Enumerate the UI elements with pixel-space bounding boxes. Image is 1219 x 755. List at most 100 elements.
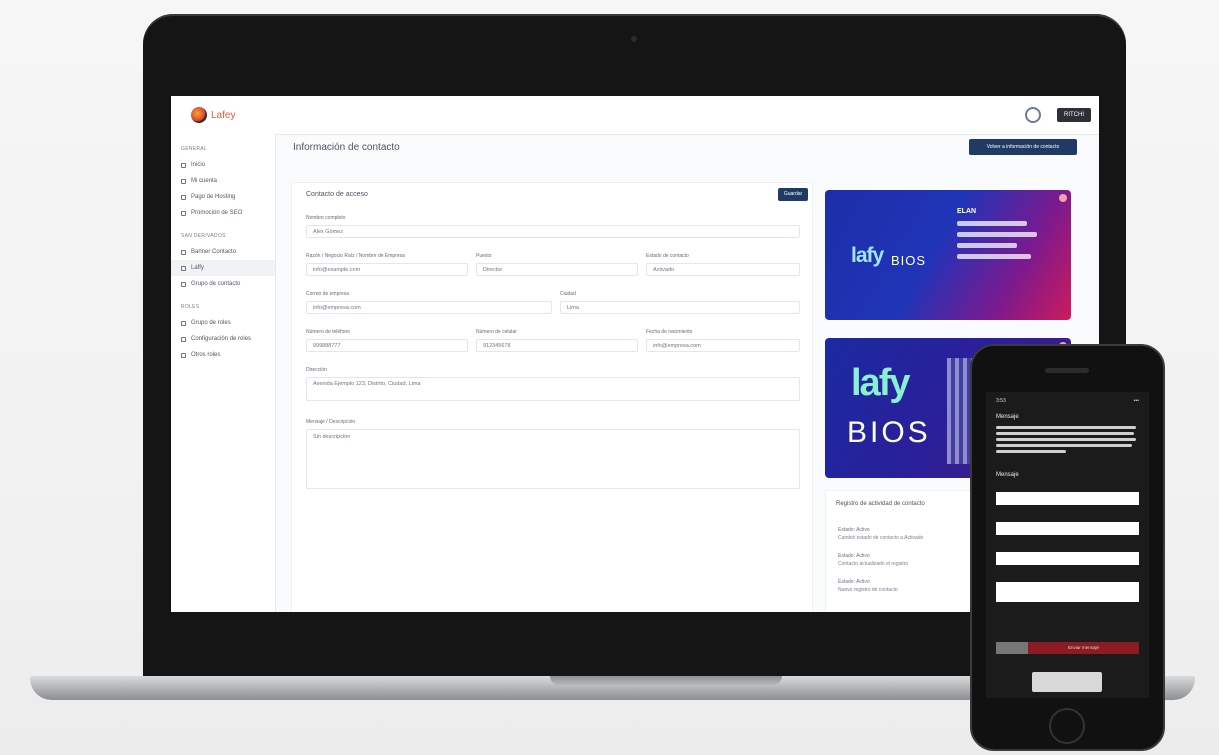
home-button[interactable] <box>1049 708 1085 744</box>
send-button[interactable]: Enviar mensaje <box>1028 642 1139 654</box>
close-icon[interactable] <box>1059 194 1067 202</box>
activity-item-title: Estado: Activo <box>838 579 870 585</box>
name-input[interactable] <box>996 492 1139 505</box>
battery-icon: ••• <box>1133 398 1139 404</box>
sidebar-section-title: GENERAL <box>181 146 207 152</box>
contact-form-card: Contacto de acceso Guardar Nombre comple… <box>291 182 813 612</box>
activity-item-title: Estado: Activo <box>838 527 870 533</box>
full-name-field[interactable]: Alex Gómez <box>306 225 800 238</box>
cancel-button[interactable] <box>996 642 1028 654</box>
phone-speaker <box>1045 368 1089 373</box>
phone-section-label: Mensaje <box>996 414 1019 420</box>
top-bar: Lafey RITCHI <box>171 96 1099 135</box>
bios-logo-text: BIOS <box>891 253 927 268</box>
sidebar-item-label: Grupo de roles <box>191 320 231 326</box>
field-label: Nombre completo <box>306 215 346 221</box>
sidebar-item-label: Grupo de contacto <box>191 281 241 287</box>
vcard-line <box>957 232 1037 237</box>
sidebar-item-label: Laffy <box>191 265 204 271</box>
sidebar-item-label: Configuración de roles <box>191 336 252 342</box>
city-field[interactable]: Lima <box>560 301 800 314</box>
link-icon <box>181 265 186 271</box>
field-label: Estado de contacto <box>646 253 689 259</box>
phone-screen: 3:53 ••• Mensaje Mensaje Enviar mensaje <box>986 392 1149 698</box>
field-label: Razón / Negocio Raíz / Nombre de Empresa <box>306 253 405 259</box>
phone-time: 3:53 <box>996 398 1006 404</box>
text-line <box>996 426 1136 429</box>
webcam <box>631 36 637 42</box>
sidebar-item-label: Promoción de SEO <box>191 210 243 216</box>
back-to-contact-button[interactable]: Volver a información de contacto <box>969 139 1077 155</box>
sidebar-item-label: Inicio <box>191 162 206 168</box>
sidebar: GENERAL Inicio Mi cuenta Pago de Hosting… <box>171 134 276 612</box>
card-title: Contacto de acceso <box>306 191 368 198</box>
field-label: Mensaje / Descripción <box>306 419 356 425</box>
activity-item-title: Estado: Activo <box>838 553 870 559</box>
phone-field[interactable]: 999888777 <box>306 339 468 352</box>
text-line <box>996 450 1066 453</box>
status-select[interactable]: Activado <box>646 263 800 276</box>
sidebar-item-label: Otros roles <box>191 352 221 358</box>
image-icon <box>181 249 186 255</box>
group-icon <box>181 281 186 287</box>
brand-name: Lafey <box>211 109 236 121</box>
sidebar-item-label: Mi cuenta <box>191 178 218 184</box>
brand-logo-icon <box>191 107 207 123</box>
vcard-line <box>957 243 1017 248</box>
laptop-hinge <box>550 676 782 685</box>
more-icon <box>181 352 186 358</box>
chart-icon <box>181 210 186 216</box>
bio-card-preview[interactable]: lafy BIOS ELAN <box>825 190 1071 320</box>
sidebar-item-hosting[interactable]: Pago de Hosting <box>171 189 275 205</box>
settings-icon <box>181 336 186 342</box>
business-field[interactable]: info@example.com <box>306 263 468 276</box>
message-textarea[interactable]: Sin descripción <box>306 429 800 489</box>
laptop-screen: Lafey RITCHI GENERAL Inicio Mi cuenta Pa… <box>171 96 1099 612</box>
home-icon <box>181 162 186 168</box>
vcard-info: ELAN <box>957 208 1057 259</box>
phone-input[interactable] <box>996 552 1139 565</box>
vcard-name: ELAN <box>957 208 977 215</box>
sidebar-item-cuenta[interactable]: Mi cuenta <box>171 173 275 189</box>
user-icon <box>181 178 186 184</box>
sidebar-item-otros-roles[interactable]: Otros roles <box>171 347 275 363</box>
sidebar-item-label: Pago de Hosting <box>191 194 236 200</box>
vcard-line <box>957 254 1031 259</box>
footer-logo <box>1032 672 1102 692</box>
message-input[interactable] <box>996 582 1139 602</box>
lafy-logo: lafy <box>851 362 911 404</box>
field-label: Correo de empresa <box>306 291 350 297</box>
field-label: Puesto <box>476 253 492 259</box>
sidebar-item-config-roles[interactable]: Configuración de roles <box>171 331 275 347</box>
sidebar-item-banner[interactable]: Banner Contacto <box>171 244 275 260</box>
sidebar-item-grupo-roles[interactable]: Grupo de roles <box>171 315 275 331</box>
save-button[interactable]: Guardar <box>778 188 808 201</box>
sidebar-item-label: Banner Contacto <box>191 249 237 255</box>
roles-icon <box>181 320 186 326</box>
birthdate-field[interactable]: info@empresa.com <box>646 339 800 352</box>
page-title: Información de contacto <box>293 142 400 153</box>
field-label: Dirección <box>306 367 327 373</box>
phone-form-title: Mensaje <box>996 472 1019 478</box>
text-line <box>996 444 1132 447</box>
email-input[interactable] <box>996 522 1139 535</box>
lafy-logo: lafy <box>851 244 884 267</box>
sidebar-item-seo[interactable]: Promoción de SEO <box>171 205 275 221</box>
text-line <box>996 432 1134 435</box>
address-field[interactable]: Avenida Ejemplo 123, Distrito, Ciudad, L… <box>306 377 800 401</box>
sidebar-item-grupo-contacto[interactable]: Grupo de contacto <box>171 276 275 292</box>
company-email-field[interactable]: info@empresa.com <box>306 301 552 314</box>
text-line <box>996 438 1136 441</box>
mobile-field[interactable]: 912345678 <box>476 339 638 352</box>
language-icon[interactable] <box>1025 107 1041 123</box>
card-icon <box>181 194 186 200</box>
brand[interactable]: Lafey <box>191 107 235 123</box>
user-menu-button[interactable]: RITCHI <box>1057 108 1091 122</box>
bios-logo-text: BIOS <box>847 416 931 449</box>
position-field[interactable]: Director <box>476 263 638 276</box>
sidebar-item-inicio[interactable]: Inicio <box>171 157 275 173</box>
field-label: Número de teléfono <box>306 329 350 335</box>
field-label: Número de celular <box>476 329 517 335</box>
sidebar-item-laffy[interactable]: Laffy <box>171 260 275 276</box>
sidebar-section-title: SAN DERIVADOS <box>181 233 226 239</box>
